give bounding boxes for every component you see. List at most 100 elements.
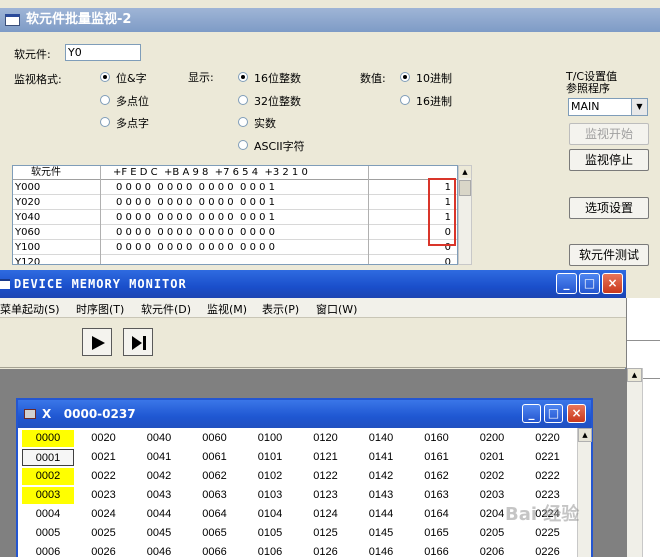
menu-device[interactable]: 软元件(D) (141, 301, 191, 317)
x-device-cell[interactable]: 0045 (133, 525, 185, 542)
maximize-button[interactable]: □ (579, 273, 600, 294)
x-device-cell[interactable]: 0165 (411, 525, 463, 542)
display-radio-16bit[interactable] (238, 72, 248, 82)
x-device-cell[interactable]: 0046 (133, 544, 185, 557)
x-device-cell[interactable]: 0121 (300, 449, 352, 466)
x-device-cell[interactable]: 0206 (466, 544, 518, 557)
format-radio-multi-bit[interactable] (100, 95, 110, 105)
x-device-cell[interactable]: 0122 (300, 468, 352, 485)
table-row[interactable]: Y000 0 0 0 0 0 0 0 0 0 0 0 0 0 0 0 11 (13, 180, 457, 195)
value-radio-hex[interactable] (400, 95, 410, 105)
x-device-cell[interactable]: 0200 (466, 430, 518, 447)
x-device-cell[interactable]: 0124 (300, 506, 352, 523)
x-device-cell[interactable]: 0020 (78, 430, 130, 447)
display-radio-32bit[interactable] (238, 95, 248, 105)
table-row[interactable]: Y060 0 0 0 0 0 0 0 0 0 0 0 0 0 0 0 00 (13, 225, 457, 240)
x-device-cell[interactable]: 0040 (133, 430, 185, 447)
display-radio-real[interactable] (238, 117, 248, 127)
menu-start[interactable]: 菜单起动(S) (0, 301, 60, 317)
x-device-cell[interactable]: 0001 (22, 449, 74, 466)
table-row[interactable]: Y120 0 (13, 255, 457, 264)
x-device-cell[interactable]: 0026 (78, 544, 130, 557)
format-radio-bit-word[interactable] (100, 72, 110, 82)
x-device-cell[interactable]: 0022 (78, 468, 130, 485)
x-device-cell[interactable]: 0164 (411, 506, 463, 523)
x-device-cell[interactable]: 0024 (78, 506, 130, 523)
x-device-cell[interactable]: 0146 (355, 544, 407, 557)
x-device-cell[interactable]: 0225 (522, 525, 574, 542)
x-device-cell[interactable]: 0222 (522, 468, 574, 485)
x-device-cell[interactable]: 0103 (244, 487, 296, 504)
x-device-cell[interactable]: 0140 (355, 430, 407, 447)
x-device-cell[interactable]: 0163 (411, 487, 463, 504)
device-test-button[interactable]: 软元件测试 (569, 244, 649, 266)
menu-window[interactable]: 窗口(W) (316, 301, 357, 317)
x-device-cell[interactable]: 0221 (522, 449, 574, 466)
x-device-cell[interactable]: 0144 (355, 506, 407, 523)
background-scrollbar[interactable]: ▲ (627, 368, 643, 557)
x-device-cell[interactable]: 0043 (133, 487, 185, 504)
x-device-cell[interactable]: 0100 (244, 430, 296, 447)
x-device-cell[interactable]: 0025 (78, 525, 130, 542)
x-device-cell[interactable]: 0002 (22, 468, 74, 485)
x-device-cell[interactable]: 0202 (466, 468, 518, 485)
x-device-cell[interactable]: 0220 (522, 430, 574, 447)
x-device-cell[interactable]: 0061 (189, 449, 241, 466)
x-device-cell[interactable]: 0062 (189, 468, 241, 485)
x-device-cell[interactable]: 0141 (355, 449, 407, 466)
x-device-cell[interactable]: 0064 (189, 506, 241, 523)
options-button[interactable]: 选项设置 (569, 197, 649, 219)
memory-monitor-titlebar[interactable]: DEVICE MEMORY MONITOR (0, 270, 626, 298)
display-radio-ascii[interactable] (238, 140, 248, 150)
minimize-button[interactable]: _ (522, 404, 541, 423)
x-device-cell[interactable]: 0145 (355, 525, 407, 542)
x-device-cell[interactable]: 0205 (466, 525, 518, 542)
x-device-cell[interactable]: 0143 (355, 487, 407, 504)
table-row[interactable]: Y020 0 0 0 0 0 0 0 0 0 0 0 0 0 0 0 11 (13, 195, 457, 210)
value-radio-decimal[interactable] (400, 72, 410, 82)
x-device-cell[interactable]: 0160 (411, 430, 463, 447)
x-device-cell[interactable]: 0201 (466, 449, 518, 466)
x-device-cell[interactable]: 0126 (300, 544, 352, 557)
close-button[interactable]: × (567, 404, 586, 423)
x-device-cell[interactable]: 0060 (189, 430, 241, 447)
x-device-cell[interactable]: 0123 (300, 487, 352, 504)
table-row[interactable]: Y040 0 0 0 0 0 0 0 0 0 0 0 0 0 0 0 11 (13, 210, 457, 225)
x-device-cell[interactable]: 0166 (411, 544, 463, 557)
monitor-start-button[interactable]: 监视开始 (569, 123, 649, 145)
x-device-cell[interactable]: 0000 (22, 430, 74, 447)
x-device-cell[interactable]: 0004 (22, 506, 74, 523)
maximize-button[interactable]: □ (544, 404, 563, 423)
x-device-cell[interactable]: 0021 (78, 449, 130, 466)
program-select[interactable]: MAIN ▼ (568, 98, 648, 116)
x-device-cell[interactable]: 0125 (300, 525, 352, 542)
x-device-cell[interactable]: 0106 (244, 544, 296, 557)
scroll-thumb[interactable] (459, 180, 471, 196)
table-row[interactable]: Y100 0 0 0 0 0 0 0 0 0 0 0 0 0 0 0 00 (13, 240, 457, 255)
device-input[interactable]: Y0 (65, 44, 141, 61)
menu-display[interactable]: 表示(P) (262, 301, 299, 317)
scroll-up-icon[interactable]: ▲ (459, 166, 471, 178)
monitor-stop-button[interactable]: 监视停止 (569, 149, 649, 171)
x-device-cell[interactable]: 0104 (244, 506, 296, 523)
x-device-cell[interactable]: 0161 (411, 449, 463, 466)
x-device-cell[interactable]: 0023 (78, 487, 130, 504)
menu-timing-chart[interactable]: 时序图(T) (76, 301, 124, 317)
x-device-cell[interactable]: 0142 (355, 468, 407, 485)
x-device-cell[interactable]: 0044 (133, 506, 185, 523)
step-button[interactable] (123, 328, 153, 356)
x-window-titlebar[interactable]: X 0000-0237 (18, 400, 591, 428)
device-table-scrollbar[interactable]: ▲ (458, 165, 472, 265)
x-device-cell[interactable]: 0101 (244, 449, 296, 466)
x-device-cell[interactable]: 0120 (300, 430, 352, 447)
x-device-cell[interactable]: 0003 (22, 487, 74, 504)
format-radio-multi-word[interactable] (100, 117, 110, 127)
x-device-cell[interactable]: 0162 (411, 468, 463, 485)
scroll-up-icon[interactable]: ▲ (627, 368, 642, 382)
x-device-cell[interactable]: 0105 (244, 525, 296, 542)
close-button[interactable]: × (602, 273, 623, 294)
x-device-cell[interactable]: 0063 (189, 487, 241, 504)
x-device-cell[interactable]: 0066 (189, 544, 241, 557)
minimize-button[interactable]: _ (556, 273, 577, 294)
x-device-cell[interactable]: 0006 (22, 544, 74, 557)
